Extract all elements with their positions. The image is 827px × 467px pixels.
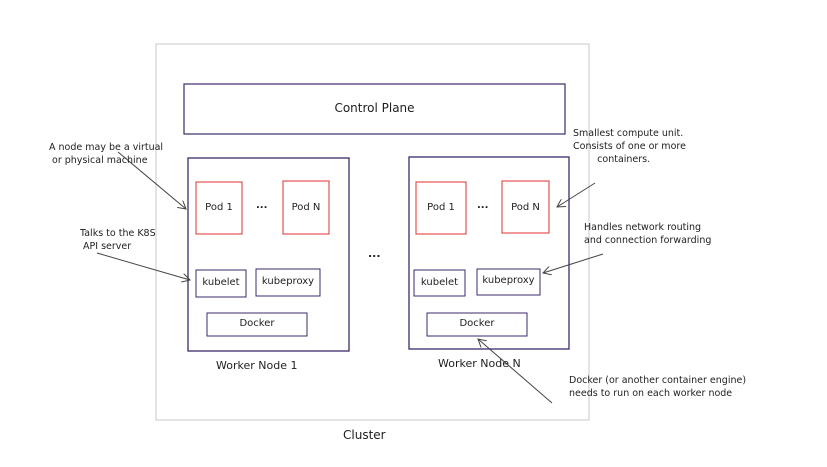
pod-n-label: Pod N [291, 202, 321, 213]
kubeproxy-label: kubeproxy [482, 275, 535, 286]
worker-node-n-title: Worker Node N [438, 357, 521, 370]
pod-1-label: Pod 1 [205, 202, 233, 213]
pod-ellipsis: ... [256, 200, 268, 211]
between-nodes-ellipsis: ... [368, 247, 381, 260]
docker-engine-annotation: Docker (or another container engine) nee… [569, 375, 747, 399]
kubelet-api-arrow [96, 252, 190, 280]
cluster-label: Cluster [343, 428, 386, 442]
pod-ellipsis: ... [477, 200, 489, 211]
pod-1-label: Pod 1 [427, 202, 455, 213]
control-plane-label: Control Plane [334, 101, 415, 115]
kubeproxy-routing-arrow [543, 253, 604, 273]
worker-node-1-title: Worker Node 1 [216, 359, 298, 372]
kubelet-label: kubelet [420, 277, 459, 288]
docker-label: Docker [239, 318, 275, 329]
pod-unit-annotation: Smallest compute unit. Consists of one o… [573, 128, 686, 165]
pod-n-label: Pod N [511, 202, 540, 213]
node-machine-annotation: A node may be a virtual or physical mach… [49, 142, 164, 166]
kubelet-label: kubelet [202, 277, 240, 288]
kubelet-api-annotation: Talks to the K8S API server [80, 228, 156, 252]
kubeproxy-routing-annotation: Handles network routing and connection f… [584, 222, 712, 246]
kubeproxy-label: kubeproxy [261, 276, 315, 287]
docker-label: Docker [459, 318, 495, 329]
